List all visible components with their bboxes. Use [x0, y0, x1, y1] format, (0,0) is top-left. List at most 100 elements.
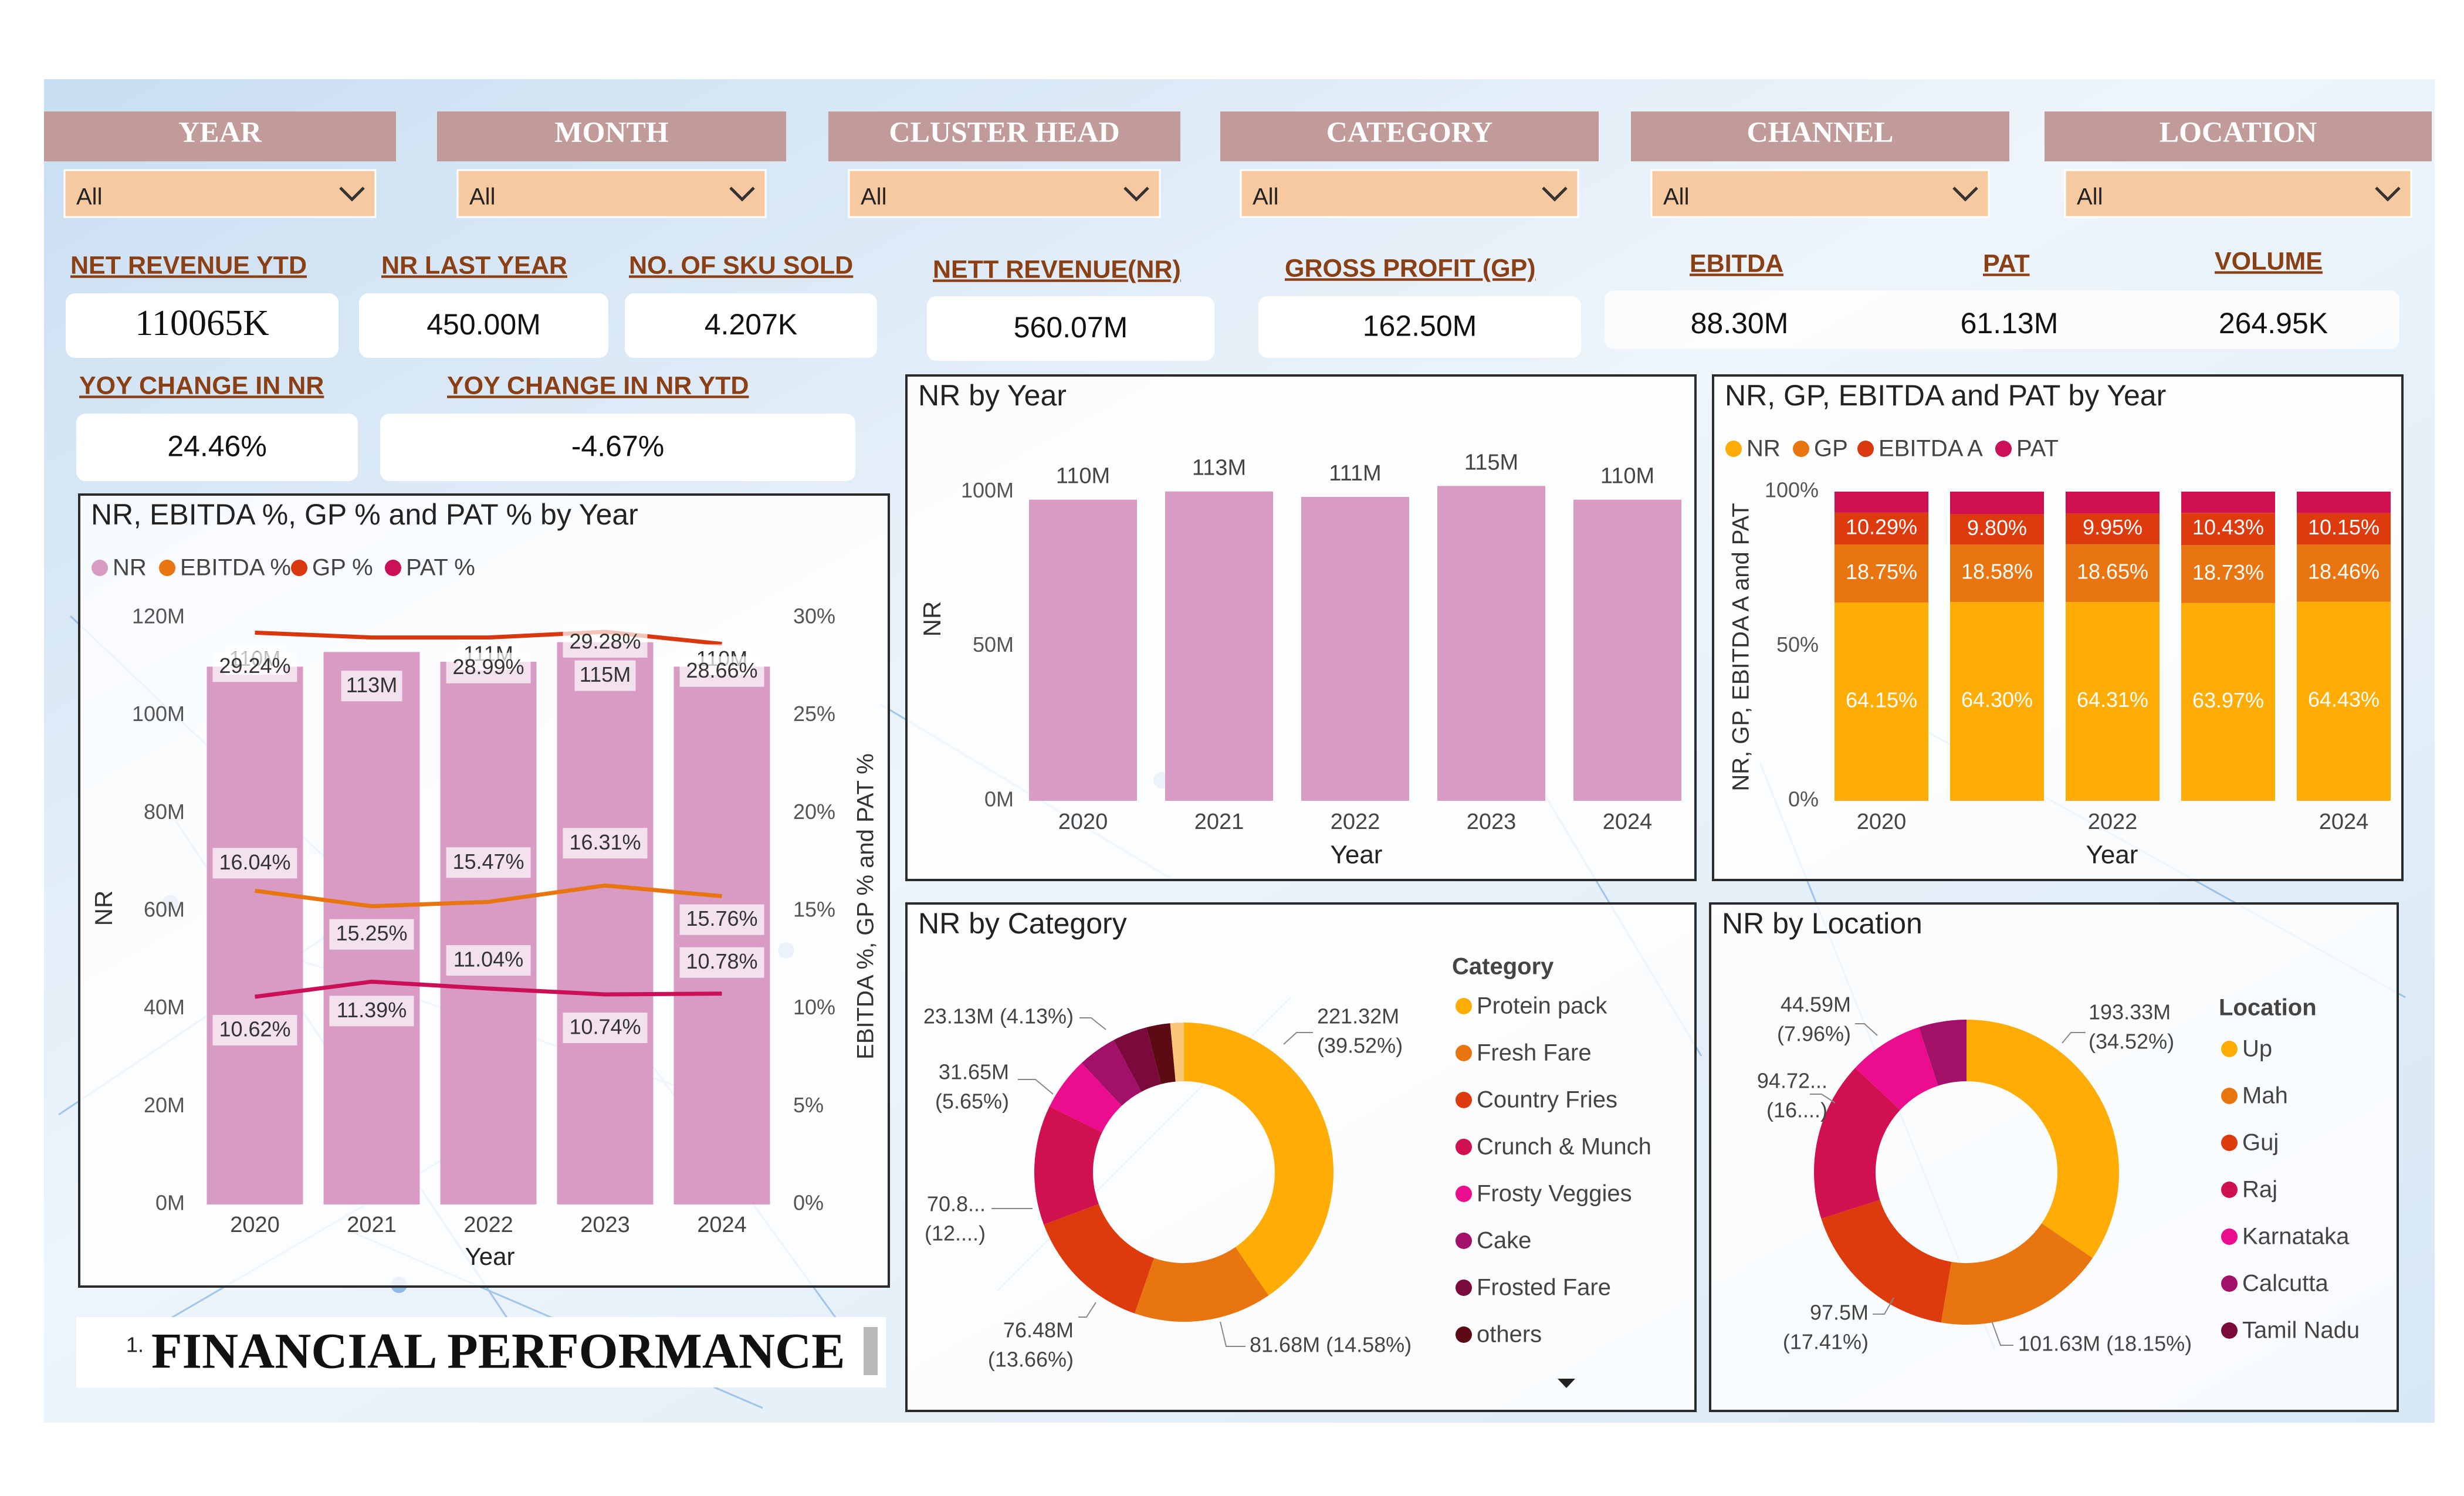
legend-gp-: GP %	[312, 555, 373, 581]
slice-label: 70.8...	[927, 1192, 986, 1216]
x-tick-label: 2023	[1467, 810, 1517, 834]
legend-marker	[1456, 1045, 1472, 1061]
legend-item: Frosty Veggies	[1477, 1181, 1632, 1207]
legend-marker	[2221, 1182, 2238, 1198]
segment-label: 10.29%	[1846, 515, 1917, 539]
segment-label: 10.15%	[2308, 515, 2380, 539]
filter-dropdown[interactable]	[1650, 169, 1990, 218]
kpi-value: 4.207K	[705, 308, 797, 341]
kpi-value: 110065K	[135, 303, 269, 343]
slice-label: 193.33M	[2089, 1000, 2171, 1024]
slice-label: 44.59M	[1781, 993, 1851, 1017]
legend-marker	[1456, 1139, 1472, 1155]
data-label-pat-: 10.62%	[219, 1017, 290, 1041]
data-label-ebitda-: 15.76%	[686, 906, 757, 930]
x-tick-label: 2024	[2319, 810, 2369, 834]
legend-item: Frosted Fare	[1477, 1275, 1611, 1301]
segment-pat-2022	[2066, 492, 2160, 514]
y-tick-label: 50%	[1776, 632, 1819, 656]
bar-nr-2021	[1165, 491, 1273, 801]
legend-marker	[92, 560, 108, 576]
kpi-card-4: NETT REVENUE(NR) 560.07M	[927, 255, 1214, 361]
data-label-gp-: 28.66%	[686, 658, 757, 682]
chart-nr-ebitda-gp-pat: NR, EBITDA %, GP % and PAT % by Year NR EB…	[78, 493, 890, 1288]
slice-label: 94.72...	[1757, 1069, 1827, 1093]
segment-pat-2024	[2297, 492, 2391, 513]
legend-marker	[1456, 1186, 1472, 1202]
kpi-label: NO. OF SKU SOLD	[629, 251, 853, 279]
legend-item: Karnataka	[2242, 1224, 2350, 1250]
slice-label: (39.52%)	[1317, 1034, 1403, 1058]
filter-label: LOCATION	[2160, 115, 2317, 148]
kpi-value: 88.30M	[1691, 307, 1789, 340]
filter-label: MONTH	[554, 115, 669, 148]
legend-item: Crunch & Munch	[1477, 1134, 1651, 1160]
legend-pat: PAT	[2016, 436, 2059, 462]
data-label-pat-: 11.04%	[453, 947, 523, 972]
kpi-card-9: YOY CHANGE IN NR 24.46%	[76, 371, 358, 481]
y-tick-label: 100M	[961, 478, 1014, 502]
data-label-ebitda-: 15.25%	[336, 921, 407, 945]
data-label: 110M	[1056, 464, 1110, 489]
data-label-ebitda-: 16.04%	[219, 850, 290, 874]
slice-label: (16....)	[1766, 1098, 1827, 1122]
filter-label: CLUSTER HEAD	[889, 115, 1119, 148]
legend-pat-: PAT %	[406, 555, 475, 581]
legend-item: Calcutta	[2242, 1271, 2328, 1297]
legend-marker	[2221, 1228, 2238, 1245]
data-label-gp-: 29.24%	[219, 654, 290, 678]
data-label: 113M	[1192, 456, 1246, 480]
legend-item: Tamil Nadu	[2242, 1318, 2360, 1343]
kpi-label: NR LAST YEAR	[381, 251, 567, 279]
segment-label: 64.30%	[1961, 688, 2033, 712]
data-label-pat-: 10.74%	[569, 1015, 641, 1039]
x-tick-label: 2020	[1857, 810, 1907, 834]
legend-marker	[1725, 441, 1742, 457]
legend-ebitda-a: EBITDA A	[1879, 436, 1983, 462]
slice-label: (5.65%)	[935, 1089, 1009, 1113]
page-title-number: 1.	[126, 1333, 144, 1357]
slice-label: 81.68M (14.58%)	[1250, 1333, 1412, 1357]
x-tick-label: 2023	[580, 1213, 630, 1237]
y-tick-label: 0%	[1788, 787, 1819, 811]
x-tick-label: 2020	[1058, 810, 1108, 834]
legend-marker	[2221, 1275, 2238, 1292]
dashboard-canvas: YEAR All MONTH All CLUSTER HEAD All CATEGORY Al…	[44, 79, 2435, 1423]
segment-label: 9.80%	[1967, 516, 2027, 540]
kpi-value: -4.67%	[571, 430, 664, 463]
filter-dropdown[interactable]	[848, 169, 1161, 218]
legend-marker	[2221, 1041, 2238, 1057]
legend-marker	[1456, 1092, 1472, 1108]
legend-nr: NR	[1747, 436, 1781, 462]
data-label-gp-: 29.28%	[569, 629, 641, 654]
y2-tick-label: 5%	[793, 1093, 824, 1117]
filter-dropdown[interactable]	[2064, 169, 2412, 218]
kpi-value: 61.13M	[1961, 307, 2059, 340]
filter-label: CATEGORY	[1326, 115, 1492, 148]
page-title-scrollbar[interactable]	[864, 1327, 878, 1375]
legend-item: Mah	[2242, 1083, 2288, 1109]
segment-pat-2020	[1835, 492, 1928, 513]
kpi-card-3: NO. OF SKU SOLD 4.207K	[625, 251, 877, 358]
data-label: 115M	[1464, 450, 1518, 475]
filter-value: All	[76, 184, 102, 210]
bar-nr-2024	[1573, 499, 1681, 801]
filter-dropdown[interactable]	[63, 169, 377, 218]
legend-gp: GP	[1814, 436, 1848, 462]
x-tick-label: 2021	[347, 1213, 397, 1237]
legend-item: Fresh Fare	[1477, 1040, 1592, 1066]
slice-label: (17.41%)	[1783, 1330, 1869, 1354]
x-tick-label: 2022	[463, 1213, 513, 1237]
filter-label: CHANNEL	[1747, 115, 1893, 148]
segment-label: 64.31%	[2077, 688, 2148, 712]
y-tick-label: 0M	[155, 1191, 185, 1215]
x-axis-label: Year	[465, 1243, 515, 1270]
slice-label: (34.52%)	[2089, 1030, 2174, 1054]
filter-dropdown[interactable]	[456, 169, 767, 218]
filter-dropdown[interactable]	[1240, 169, 1579, 218]
y-tick-label: 50M	[973, 632, 1014, 656]
y2-tick-label: 10%	[793, 995, 835, 1019]
y2-tick-label: 0%	[793, 1191, 824, 1215]
x-tick-label: 2020	[230, 1213, 280, 1237]
kpi-label: VOLUME	[2215, 247, 2323, 275]
